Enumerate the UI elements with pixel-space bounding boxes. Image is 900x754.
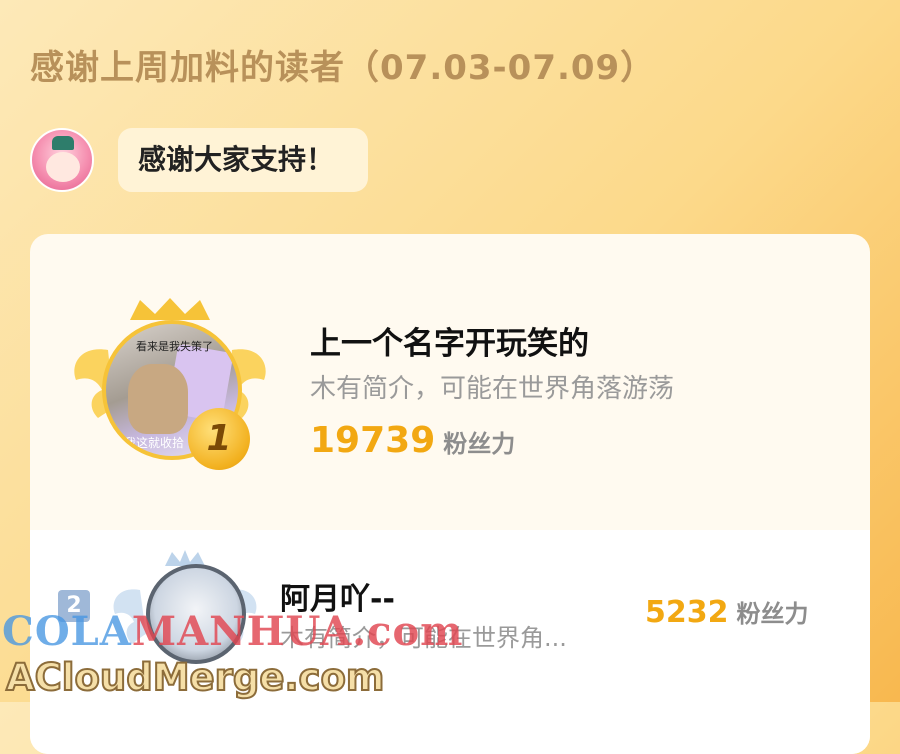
fans-count: 5232: [645, 595, 729, 630]
page-title: 感谢上周加料的读者（07.03-07.09）: [30, 48, 656, 88]
mascot-face: [46, 152, 80, 182]
avatar-caption-bottom: 我这就收拾: [124, 436, 185, 450]
avatar-cat: [128, 364, 188, 434]
fans-label: 粉丝力: [736, 600, 809, 628]
watermark-colamanhua: COLAMANHUA.com: [2, 608, 463, 655]
top-reader-name[interactable]: 上一个名字开玩笑的: [310, 318, 589, 363]
mascot-avatar: [30, 128, 94, 192]
second-reader-fans: 5232 粉丝力: [645, 594, 809, 630]
fans-count: 19739: [310, 420, 436, 461]
avatar-caption-top: 看来是我失策了: [136, 340, 213, 353]
watermark-acloudmerge: ACloudMerge.com: [5, 655, 385, 700]
watermark-part1: COLA: [2, 608, 132, 655]
mascot-hat: [52, 136, 74, 150]
fans-label: 粉丝力: [443, 430, 516, 458]
message-row: 感谢大家支持！: [30, 128, 369, 192]
top-reader-fans: 19739 粉丝力: [310, 420, 515, 461]
watermark-part2: MANHUA.com: [131, 608, 464, 655]
message-bubble: 感谢大家支持！: [118, 128, 369, 192]
top-reader-bio: 木有简介，可能在世界角落游荡: [310, 374, 675, 404]
rank-1-medal: 1: [188, 408, 250, 470]
